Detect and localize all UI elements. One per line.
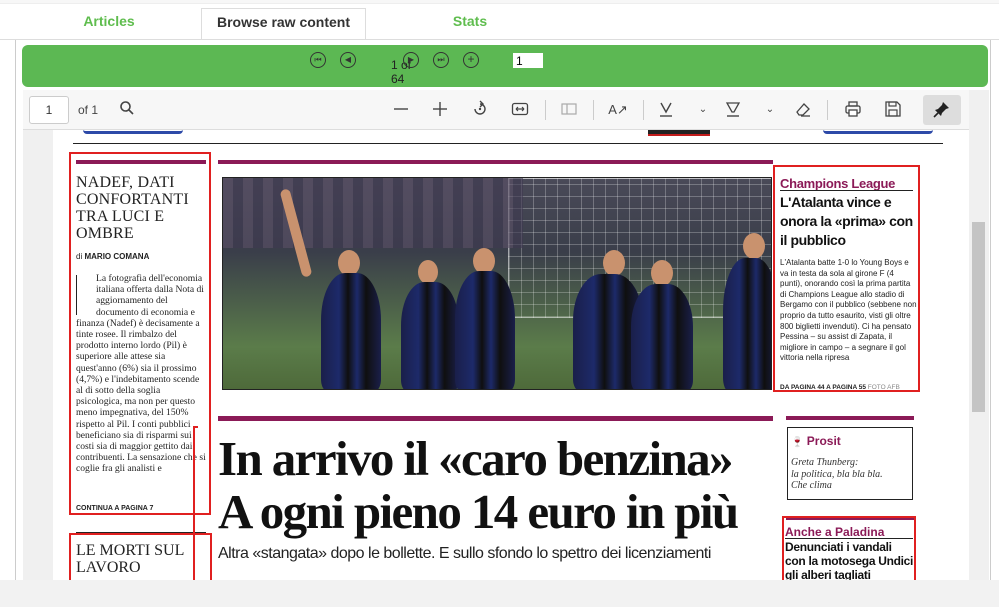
highlight-options-chevron-icon[interactable]: ⌄ (693, 100, 713, 120)
search-icon[interactable] (117, 100, 137, 120)
prev-page-icon[interactable]: ◀ (340, 52, 356, 68)
section-bar (218, 416, 773, 421)
viewer-toolbar: 1 of 1 A↗ ⌄ ⌄ (23, 90, 969, 130)
glass-icon: 🍷 (791, 437, 804, 448)
toolbar-separator (593, 100, 594, 120)
vertical-scrollbar[interactable] (969, 90, 989, 580)
last-page-icon[interactable]: ⏭ (433, 52, 449, 68)
prosit-quote: Greta Thunberg: la politica, bla bla bla… (791, 457, 909, 492)
scrollbar-thumb[interactable] (972, 222, 985, 412)
toolbar-separator (545, 100, 546, 120)
save-icon[interactable] (883, 100, 903, 120)
draw-options-chevron-icon[interactable]: ⌄ (760, 100, 780, 120)
section-bar (786, 416, 914, 420)
prosit-title: 🍷 Prosit (791, 434, 841, 448)
prosit-quote-line: Che clima (791, 480, 832, 491)
zoom-in-icon[interactable] (430, 100, 450, 120)
champions-league-highlight-box[interactable] (773, 165, 920, 392)
player (321, 273, 381, 389)
masthead-rule (73, 143, 943, 144)
text-tool-icon[interactable]: A↗ (608, 100, 628, 120)
tab-browse-raw-content[interactable]: Browse raw content (201, 8, 366, 40)
rotate-icon[interactable] (470, 100, 490, 120)
main-subheadline: Altra «stangata» dopo le bollette. E sul… (218, 545, 711, 562)
tab-articles[interactable]: Articles (60, 8, 158, 40)
eraser-icon[interactable] (793, 100, 813, 120)
main-headline-line-2: A ogni pieno 14 euro in più (218, 484, 739, 539)
toolbar-separator (643, 100, 644, 120)
player (455, 271, 515, 389)
print-icon[interactable] (843, 100, 863, 120)
masthead-fragment (648, 130, 710, 136)
main-headline: In arrivo il «caro benzina» A ogni pieno… (218, 432, 788, 538)
masthead-fragment (83, 130, 183, 134)
prosit-title-text: Prosit (806, 434, 841, 448)
bottom-strip (0, 580, 999, 607)
page-total-label: of 1 (78, 103, 99, 117)
nadef-highlight-box[interactable] (69, 152, 211, 515)
section-bar (218, 160, 773, 164)
masthead-fragment (823, 130, 933, 134)
newspaper-page: NADEF, DATI CONFORTANTI TRA LUCI E OMBRE… (53, 130, 969, 580)
main-headline-line-1: In arrivo il «caro benzina» (218, 431, 734, 486)
add-icon[interactable]: + (463, 52, 479, 68)
toolbar-separator (827, 100, 828, 120)
tab-stats[interactable]: Stats (420, 8, 520, 40)
first-page-icon[interactable]: ⏮ (310, 52, 326, 68)
player-head (603, 250, 625, 276)
page-counter-total: 64 (391, 72, 405, 86)
fit-width-icon[interactable] (510, 100, 530, 120)
atalanta-photo (222, 177, 772, 390)
pin-icon (932, 100, 952, 120)
player (401, 282, 459, 389)
pdf-viewer: 1 of 1 A↗ ⌄ ⌄ NADEF, DATI CONFORTANTI TR… (23, 90, 989, 580)
pin-button[interactable] (923, 95, 961, 125)
player-head (651, 260, 673, 286)
zoom-out-icon[interactable] (391, 100, 411, 120)
tab-bar: Articles Browse raw content Stats (0, 0, 999, 40)
highlight-icon[interactable] (656, 100, 676, 120)
prosit-quote-line: Greta Thunberg: (791, 457, 859, 468)
prosit-quote-line: la politica, bla bla bla. (791, 468, 883, 480)
page-number-input[interactable]: 1 (29, 96, 69, 124)
draw-icon[interactable] (723, 100, 743, 120)
player-head (743, 233, 765, 259)
morti-highlight-box[interactable] (69, 533, 212, 580)
page-navigation-bar: ⏮ ◀ 1 of 64 ▶ ⏭ + (22, 45, 988, 87)
page-jump-input[interactable] (513, 53, 543, 68)
crowd (223, 178, 523, 248)
player-head (418, 260, 438, 284)
player (631, 284, 693, 389)
next-page-icon[interactable]: ▶ (403, 52, 419, 68)
player (723, 258, 771, 389)
paladina-highlight-box[interactable] (782, 516, 916, 580)
thumbnails-icon[interactable] (559, 100, 579, 120)
main-headline-highlight-box[interactable] (193, 426, 198, 580)
